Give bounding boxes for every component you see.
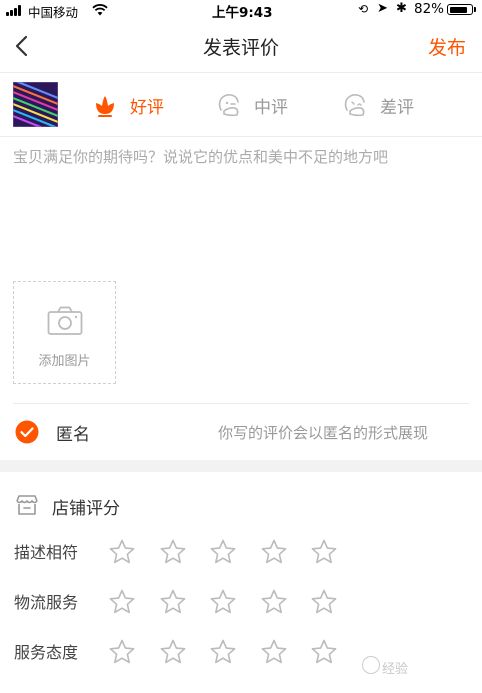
- camera-icon: [47, 306, 83, 335]
- star-icon[interactable]: [159, 588, 187, 616]
- anonymous-label: 匿名: [56, 425, 90, 445]
- signal-strength-icon: [6, 5, 24, 16]
- battery-level-fill: [449, 6, 467, 13]
- review-text-input[interactable]: [13, 146, 469, 266]
- star-icon[interactable]: [108, 538, 136, 566]
- battery-tip: [474, 7, 476, 12]
- anonymous-row: 匿名 你写的评价会以匿名的形式展现: [0, 404, 482, 460]
- score-label: 服务态度: [14, 643, 79, 662]
- page-title: 发表评价: [202, 37, 279, 59]
- star-icon[interactable]: [260, 538, 288, 566]
- star-icon[interactable]: [159, 638, 187, 666]
- star-icon[interactable]: [108, 638, 136, 666]
- rating-option-label: 差评: [380, 98, 414, 118]
- add-photo-button[interactable]: 添加图片: [13, 281, 116, 384]
- rating-row: 好评 中评 差评: [0, 72, 482, 136]
- star-icon[interactable]: [310, 588, 338, 616]
- location-arrow-icon: ➤: [377, 1, 388, 16]
- product-thumbnail: [13, 82, 58, 127]
- neutral-face-icon: [218, 94, 239, 117]
- shop-rating-title: 店铺评分: [52, 499, 120, 519]
- nav-bar: 发表评价 发布: [0, 20, 482, 72]
- rating-option-neutral[interactable]: 中评: [216, 92, 306, 118]
- bluetooth-icon: ✱: [396, 1, 407, 16]
- star-icon[interactable]: [209, 638, 237, 666]
- star-icon[interactable]: [260, 638, 288, 666]
- rating-option-good[interactable]: 好评: [92, 92, 182, 118]
- rating-option-label: 好评: [130, 98, 164, 118]
- score-label: 物流服务: [14, 593, 79, 612]
- add-photo-label: 添加图片: [38, 354, 91, 369]
- store-icon: [16, 495, 38, 515]
- clock: 上午9:43: [212, 5, 273, 21]
- score-row-service: 服务态度: [0, 628, 482, 678]
- anonymous-hint: 你写的评价会以匿名的形式展现: [218, 424, 429, 442]
- battery-percent: 82%: [414, 1, 445, 17]
- wifi-icon: [92, 4, 108, 16]
- bad-face-icon: [344, 94, 365, 117]
- star-icon[interactable]: [108, 588, 136, 616]
- rating-option-bad[interactable]: 差评: [342, 92, 432, 118]
- score-row-logistics: 物流服务: [0, 578, 482, 628]
- publish-button[interactable]: 发布: [428, 33, 466, 60]
- star-icon[interactable]: [260, 588, 288, 616]
- star-icon[interactable]: [310, 538, 338, 566]
- divider: [0, 136, 482, 137]
- section-separator: [0, 460, 482, 472]
- star-icon[interactable]: [209, 588, 237, 616]
- rating-option-label: 中评: [254, 98, 288, 118]
- star-icon[interactable]: [159, 538, 187, 566]
- anonymous-checkbox[interactable]: [15, 420, 39, 444]
- score-row-description: 描述相符: [0, 528, 482, 578]
- good-flower-icon: [96, 96, 114, 117]
- battery-icon: [447, 4, 473, 15]
- carrier-name: 中国移动: [28, 5, 79, 20]
- status-bar: 中国移动 上午9:43 ⟲ ➤ ✱ 82%: [0, 0, 482, 21]
- shop-rating-header: 店铺评分: [0, 472, 482, 532]
- score-label: 描述相符: [14, 543, 79, 562]
- star-icon[interactable]: [209, 538, 237, 566]
- watermark-icon: [362, 656, 380, 674]
- rotation-lock-icon: ⟲: [358, 2, 369, 16]
- star-icon[interactable]: [310, 638, 338, 666]
- watermark: 经验: [382, 662, 409, 677]
